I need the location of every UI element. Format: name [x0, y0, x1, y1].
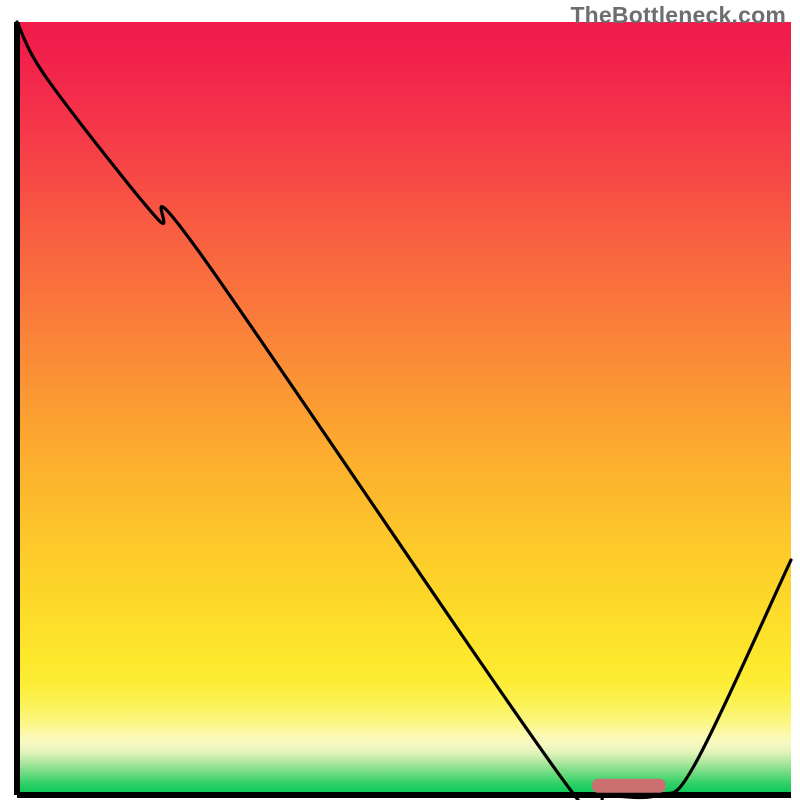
watermark-text: TheBottleneck.com — [570, 2, 786, 29]
bottleneck-chart — [0, 0, 800, 800]
chart-container: TheBottleneck.com — [0, 0, 800, 800]
plot-background — [17, 22, 791, 795]
optimal-marker — [592, 779, 666, 793]
